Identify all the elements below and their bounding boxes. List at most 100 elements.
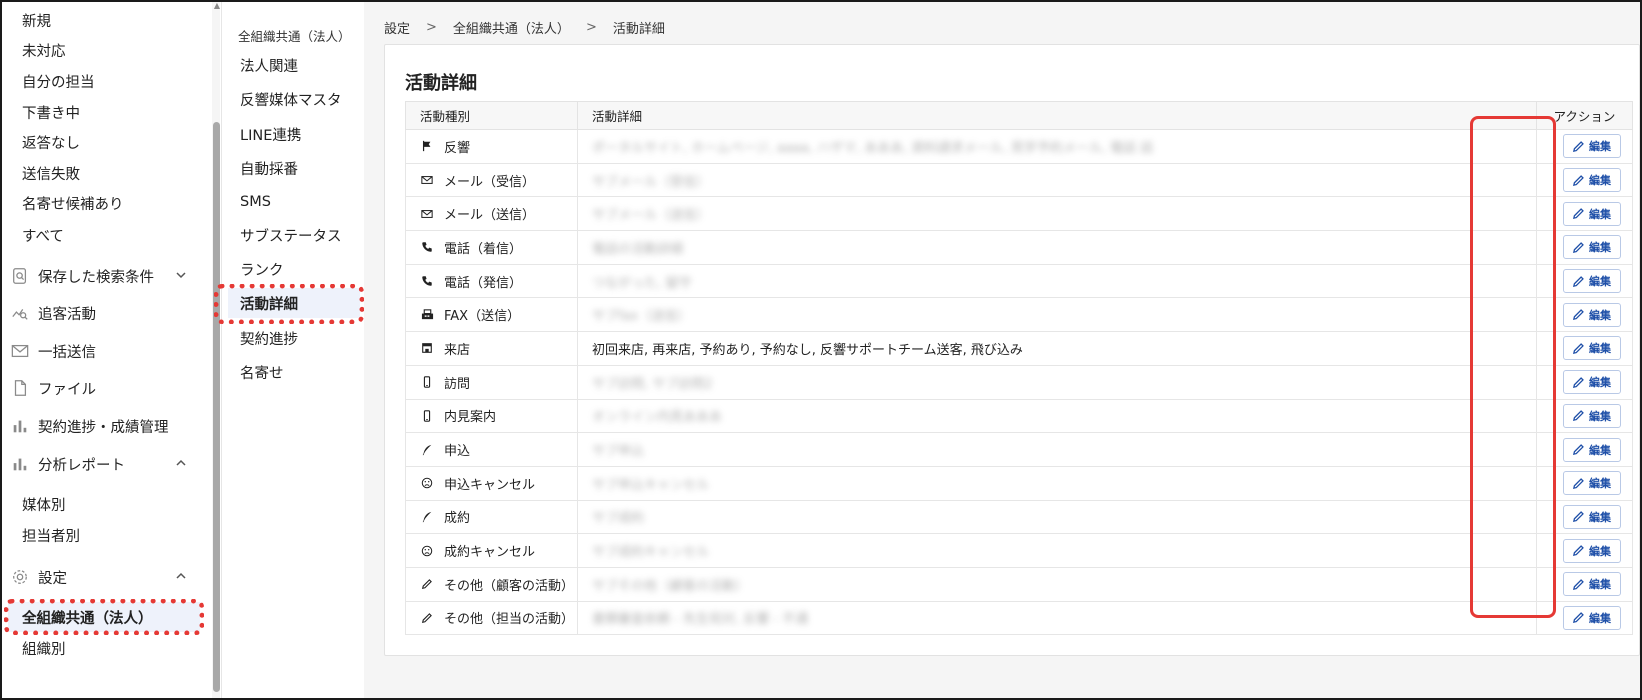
edit-button-label: 編集: [1589, 410, 1611, 423]
edit-button-label: 編集: [1589, 242, 1611, 255]
subnav-item-active[interactable]: 活動詳細: [228, 288, 360, 318]
activity-detail-text: オンライン内見あああ: [592, 410, 723, 426]
breadcrumb-item-org-common[interactable]: 全組織共通（法人）: [453, 18, 570, 37]
sidebar-subitem[interactable]: 担当者別: [2, 520, 210, 550]
edit-button-label: 編集: [1589, 141, 1611, 154]
cell-action: 編集: [1536, 297, 1633, 333]
edit-button[interactable]: 編集: [1562, 168, 1621, 193]
table-row: その他（担当の活動） 書類審査依頼 - 先生宛対, 反響 - 不通 編集: [405, 600, 1633, 636]
sidebar-item-saved-search[interactable]: 保存した検索条件: [2, 261, 210, 291]
edit-button-label: 編集: [1589, 175, 1611, 188]
subnav-title: 全組織共通（法人）: [238, 29, 351, 44]
edit-button[interactable]: 編集: [1562, 605, 1621, 630]
subnav-item[interactable]: 自動採番: [228, 153, 360, 183]
sidebar-subitem[interactable]: 返答なし: [2, 127, 210, 157]
cell-action: 編集: [1536, 499, 1633, 535]
phone-device-icon: [420, 409, 434, 423]
sidebar-item-files[interactable]: ファイル: [2, 373, 210, 403]
phone-icon: [420, 240, 434, 254]
edit-button[interactable]: 編集: [1562, 504, 1621, 529]
sidebar-subitem[interactable]: すべて: [2, 220, 210, 250]
activity-type: その他（顧客の活動）: [420, 575, 577, 594]
sidebar-item-label: 保存した検索条件: [38, 269, 154, 286]
subnav-item[interactable]: 契約進捗: [228, 323, 360, 353]
sidebar-item-label: 名寄せ候補あり: [22, 196, 124, 213]
edit-button[interactable]: 編集: [1562, 538, 1621, 563]
sidebar-subitem[interactable]: 媒体別: [2, 489, 210, 519]
pencil-icon: [1572, 477, 1585, 490]
sidebar-scrollbar-thumb[interactable]: [213, 122, 220, 692]
main-content: 設定 > 全組織共通（法人） > 活動詳細 活動詳細 活動種別 活動詳細 アクシ…: [364, 2, 1640, 698]
edit-button-label: 編集: [1589, 612, 1611, 625]
scroll-up-arrow-icon[interactable]: ▲: [212, 2, 222, 10]
column-header-detail: 活動詳細: [577, 101, 1537, 130]
cell-activity-type: その他（担当の活動）: [405, 600, 578, 636]
fax-icon: [420, 308, 434, 322]
subnav-item-label: LINE連携: [240, 127, 302, 144]
activity-detail-text: サブfax（送信）: [592, 309, 691, 325]
subnav-item[interactable]: ランク: [228, 254, 360, 284]
activity-type: 訪問: [420, 373, 577, 392]
edit-button[interactable]: 編集: [1562, 134, 1621, 159]
edit-button[interactable]: 編集: [1562, 370, 1621, 395]
sidebar-subitem[interactable]: 組織別: [2, 633, 210, 663]
cell-activity-type: 反響: [405, 129, 578, 164]
sidebar-item-label: 追客活動: [38, 306, 96, 323]
cell-activity-detail: つながった, 留守: [577, 263, 1537, 299]
activity-detail-text: 電話の活動詳細: [592, 241, 684, 257]
sidebar-item-contract[interactable]: 契約進捗・成績管理: [2, 411, 210, 441]
mail-icon: [420, 207, 434, 221]
activity-type: 成約: [420, 507, 577, 526]
subnav-item[interactable]: SMS: [228, 187, 360, 217]
sidebar-subitem[interactable]: 下書き中: [2, 97, 210, 127]
activity-detail-text: サブ申込: [592, 444, 645, 460]
table-row: FAX（送信） サブfax（送信） 編集: [405, 297, 1633, 333]
edit-button[interactable]: 編集: [1562, 336, 1621, 361]
subnav-item[interactable]: LINE連携: [228, 119, 360, 149]
page-title: 活動詳細: [405, 73, 477, 94]
subnav-item[interactable]: 法人関連: [228, 50, 360, 80]
activity-type-label: 訪問: [444, 376, 471, 392]
sidebar-subitem[interactable]: 未対応: [2, 35, 210, 65]
sidebar-item-bulk-send[interactable]: 一括送信: [2, 336, 210, 366]
sidebar-subitem[interactable]: 送信失敗: [2, 158, 210, 188]
activity-detail-text: サブメール（受信）: [592, 174, 710, 190]
edit-button[interactable]: 編集: [1562, 201, 1621, 226]
cell-action: 編集: [1536, 432, 1633, 467]
subnav-item[interactable]: 反響媒体マスタ: [228, 84, 360, 114]
edit-button[interactable]: 編集: [1562, 302, 1621, 327]
sidebar-subitem[interactable]: 自分の担当: [2, 66, 210, 96]
edit-button[interactable]: 編集: [1562, 572, 1621, 597]
activity-type: 反響: [420, 137, 577, 156]
activity-type-label: 電話（発信）: [444, 275, 523, 291]
cell-action: 編集: [1536, 196, 1633, 232]
sidebar-item-analysis[interactable]: 分析レポート: [2, 449, 210, 479]
cell-activity-type: FAX（送信）: [405, 297, 578, 333]
activity-type-label: メール（受信）: [444, 174, 536, 190]
edit-button[interactable]: 編集: [1562, 437, 1621, 462]
breadcrumb-item-settings[interactable]: 設定: [384, 18, 410, 37]
activity-detail-text: サブメール（送信）: [592, 208, 710, 224]
subnav-item[interactable]: サブステータス: [228, 220, 360, 250]
sidebar-subitem[interactable]: 名寄せ候補あり: [2, 188, 210, 218]
cell-activity-type: 来店: [405, 331, 578, 366]
sidebar-subitem-active[interactable]: 全組織共通（法人）: [8, 602, 200, 632]
sidebar-item-label: 新規: [22, 13, 51, 30]
sidebar-item-settings[interactable]: 設定: [2, 562, 210, 592]
edit-button-label: 編集: [1589, 579, 1611, 592]
sidebar-item-tracking[interactable]: 追客活動: [2, 298, 210, 328]
edit-button[interactable]: 編集: [1562, 471, 1621, 496]
activity-type-label: 電話（着信）: [444, 241, 523, 257]
edit-button[interactable]: 編集: [1562, 269, 1621, 294]
pencil-icon: [1572, 207, 1585, 220]
table-row: メール（受信） サブメール（受信） 編集: [405, 162, 1633, 198]
edit-button[interactable]: 編集: [1562, 403, 1621, 428]
edit-button[interactable]: 編集: [1562, 235, 1621, 260]
edit-button-label: 編集: [1589, 545, 1611, 558]
sidebar-subitem[interactable]: 新規: [2, 5, 210, 35]
subnav-item-label: 契約進捗: [240, 331, 298, 348]
subnav-item[interactable]: 名寄せ: [228, 357, 360, 387]
table-header-row: 活動種別 活動詳細 アクション: [405, 101, 1633, 130]
cell-activity-detail: サブメール（受信）: [577, 162, 1537, 198]
pencil-icon: [1572, 342, 1585, 355]
